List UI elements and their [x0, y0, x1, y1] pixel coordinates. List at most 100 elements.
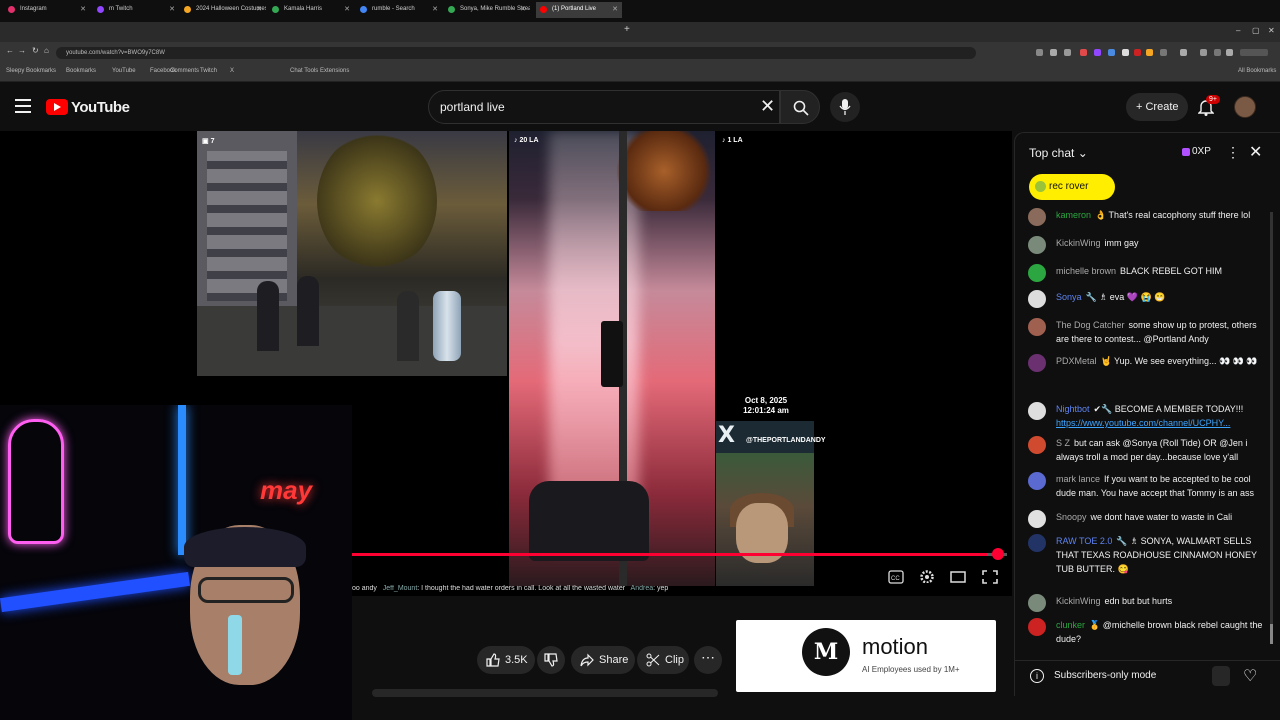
browser-tab[interactable]: m Twitch ✕ [93, 2, 179, 18]
reload-icon[interactable]: ↻ [32, 46, 39, 55]
chat-author-name[interactable]: kameron [1056, 210, 1091, 220]
extension-icon[interactable] [1108, 49, 1115, 56]
forward-icon[interactable]: → [18, 46, 26, 55]
dislike-button[interactable] [537, 646, 565, 674]
chat-author-name[interactable]: clunker [1056, 620, 1085, 630]
chat-author-name[interactable]: mark lance [1056, 474, 1100, 484]
youtube-logo[interactable]: YouTube [46, 98, 130, 116]
browser-tab[interactable]: 2024 Halloween Costumes: Trends✕ [180, 2, 266, 18]
account-avatar[interactable] [1234, 96, 1256, 118]
chat-message[interactable]: Snoopy we dont have water to waste in Cal… [1024, 510, 1264, 528]
close-tab-icon[interactable]: ✕ [80, 5, 86, 13]
extension-icon[interactable] [1080, 49, 1087, 56]
star-icon[interactable] [1064, 49, 1071, 56]
fullscreen-icon[interactable] [982, 570, 998, 584]
browser-tab[interactable]: Instagram ✕ [4, 2, 90, 18]
clear-search-icon[interactable]: ✕ [760, 96, 775, 117]
theater-mode-icon[interactable] [950, 570, 966, 584]
close-window-icon[interactable]: ✕ [1268, 26, 1275, 35]
close-tab-icon[interactable]: ✕ [432, 5, 438, 13]
chat-message[interactable]: The Dog Catcher some show up to protest, … [1024, 318, 1264, 346]
close-tab-icon[interactable]: ✕ [169, 5, 175, 13]
chat-author-avatar[interactable] [1028, 534, 1046, 552]
chat-author-name[interactable]: The Dog Catcher [1056, 320, 1125, 330]
more-actions-icon[interactable]: ⋯ [694, 646, 722, 674]
chat-author-avatar[interactable] [1028, 510, 1046, 528]
chat-author-avatar[interactable] [1028, 236, 1046, 254]
chat-reaction-button[interactable] [1212, 666, 1230, 686]
back-icon[interactable]: ← [6, 46, 14, 55]
chat-author-avatar[interactable] [1028, 208, 1046, 226]
chat-author-avatar[interactable] [1028, 354, 1046, 372]
clip-button[interactable]: Clip [637, 646, 689, 674]
scrubber-handle[interactable] [992, 548, 1004, 560]
close-tab-icon[interactable]: ✕ [344, 5, 350, 13]
chat-author-avatar[interactable] [1028, 264, 1046, 282]
maximize-icon[interactable]: ▢ [1252, 26, 1260, 35]
chat-points-badge[interactable]: 0XP [1182, 146, 1211, 157]
extension-icon[interactable] [1226, 49, 1233, 56]
chat-message[interactable]: Nightbot ✔🔧 BECOME A MEMBER TODAY!!! http… [1024, 402, 1264, 430]
chat-author-avatar[interactable] [1028, 290, 1046, 308]
profile-chip[interactable] [1240, 49, 1268, 56]
bookmark-item[interactable]: YouTube [112, 68, 136, 74]
bookmark-item[interactable]: Chat Tools [290, 68, 318, 74]
chat-author-name[interactable]: Nightbot [1056, 404, 1090, 414]
search-button[interactable] [780, 90, 820, 124]
bookmark-item[interactable]: X [230, 68, 234, 74]
chat-author-name[interactable]: RAW TOE 2.0 [1056, 536, 1112, 546]
info-icon[interactable]: i [1030, 669, 1044, 683]
chat-close-icon[interactable]: ✕ [1249, 142, 1262, 162]
chat-author-avatar[interactable] [1028, 402, 1046, 420]
settings-gear-icon[interactable] [919, 569, 935, 583]
close-tab-icon[interactable]: ✕ [520, 5, 526, 13]
browser-tab[interactable]: rumble - Search ✕ [356, 2, 442, 18]
chat-scrollbar[interactable] [1270, 212, 1273, 644]
hamburger-menu-icon[interactable] [15, 99, 31, 113]
download-icon[interactable] [1200, 49, 1207, 56]
extension-icon[interactable] [1146, 49, 1153, 56]
chat-message[interactable]: KickinWing imm gay [1024, 236, 1264, 254]
extension-icon[interactable] [1122, 49, 1129, 56]
chat-message[interactable]: kameron 👌 That's real cacophony stuff the… [1024, 208, 1264, 226]
chat-message[interactable]: clunker 🥇 @michelle brown black rebel cau… [1024, 618, 1264, 646]
browser-tab[interactable]: Sonya, Mike Rumble Stream ✕ [444, 2, 530, 18]
pinned-chat-chip[interactable]: rec rover [1029, 174, 1115, 200]
chat-author-name[interactable]: michelle brown [1056, 266, 1116, 276]
chat-author-name[interactable]: PDXMetal [1056, 356, 1097, 366]
chat-author-avatar[interactable] [1028, 436, 1046, 454]
captions-icon[interactable]: CC [888, 570, 904, 584]
chat-message[interactable]: KickinWing edn but but hurts [1024, 594, 1264, 612]
all-bookmarks[interactable]: All Bookmarks [1238, 68, 1276, 74]
chat-message[interactable]: michelle brown BLACK REBEL GOT HIM [1024, 264, 1264, 282]
bookmark-item[interactable]: Comments [170, 68, 199, 74]
zoom-icon[interactable] [1050, 49, 1057, 56]
extension-icon[interactable] [1036, 49, 1043, 56]
chat-message[interactable]: Sonya 🔧 ♗ eva 💜 😭 😁 [1024, 290, 1264, 308]
voice-search-button[interactable] [830, 92, 860, 122]
bookmark-item[interactable]: Twitch [200, 68, 217, 74]
create-button[interactable]: + Create [1126, 93, 1188, 121]
url-field[interactable]: youtube.com/watch?v=BWO9y7C8W [56, 47, 976, 59]
chat-author-avatar[interactable] [1028, 318, 1046, 336]
share-button[interactable]: Share [571, 646, 635, 674]
chat-message[interactable]: RAW TOE 2.0 🔧 ♗ SONYA, WALMART SELLS THAT… [1024, 534, 1264, 576]
bookmark-item[interactable]: Extensions [320, 68, 349, 74]
extension-icon[interactable] [1134, 49, 1141, 56]
like-button[interactable]: 3.5K [477, 646, 535, 674]
extension-icon[interactable] [1160, 49, 1167, 56]
chat-link[interactable]: https://www.youtube.com/channel/UCPHY... [1056, 418, 1230, 428]
chat-message[interactable]: mark lance If you want to be accepted to … [1024, 472, 1264, 500]
browser-tab[interactable]: (1) Portland Live ✕ [536, 2, 622, 18]
bookmark-item[interactable]: Sleepy Bookmarks [6, 68, 56, 74]
extension-icon[interactable] [1094, 49, 1101, 56]
scrollbar-thumb[interactable] [1270, 624, 1273, 644]
close-tab-icon[interactable]: ✕ [612, 5, 618, 13]
new-tab-button[interactable]: + [624, 24, 630, 35]
bookmark-item[interactable]: Bookmarks [66, 68, 96, 74]
chat-message[interactable]: S Zbut can ask @Sonya (Roll Tide) OR @Je… [1024, 436, 1264, 464]
chat-author-name[interactable]: S Z [1056, 438, 1070, 448]
home-icon[interactable]: ⌂ [44, 46, 49, 55]
chat-author-avatar[interactable] [1028, 472, 1046, 490]
chat-author-avatar[interactable] [1028, 594, 1046, 612]
